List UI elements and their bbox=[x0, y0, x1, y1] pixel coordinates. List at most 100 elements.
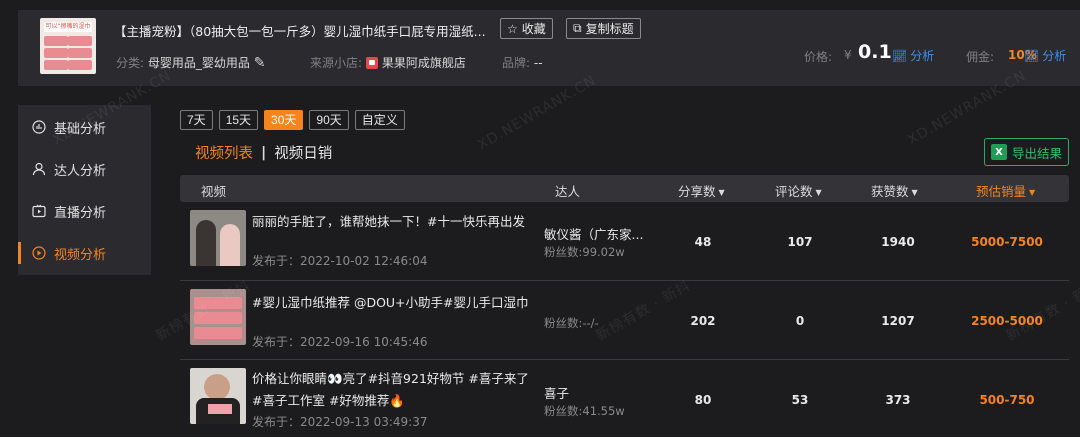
table-row[interactable]: 丽丽的手脏了，谁帮她抹一下！#十一快乐再出发 发布于：2022-10-02 12… bbox=[180, 202, 1069, 281]
commission-label: 佣金: bbox=[966, 50, 995, 64]
excel-icon: X bbox=[990, 144, 1007, 160]
video-thumbnail[interactable] bbox=[190, 368, 246, 424]
publish-date-value: 2022-10-02 12:46:04 bbox=[300, 254, 428, 268]
sort-caret-icon: ▼ bbox=[1029, 188, 1036, 197]
source-store: 来源小店: 果果阿成旗舰店 bbox=[310, 54, 466, 71]
video-title[interactable]: 价格让你眼睛👀亮了#抖音921好物节 #喜子来了 #喜子工作室 #好物推荐🔥 bbox=[252, 368, 529, 412]
sort-caret-icon: ▼ bbox=[718, 188, 725, 197]
pack-shape bbox=[68, 48, 92, 58]
range-90d-button[interactable]: 90天 bbox=[309, 110, 349, 130]
video-subtabs: 视频列表 | 视频日销 bbox=[195, 142, 332, 163]
range-7d-button[interactable]: 7天 bbox=[180, 110, 213, 130]
video-table: 视频 达人 分享数 ▼ 评论数 ▼ 获赞数 ▼ 预估销量 ▼ 丽丽的手脏了，谁帮她抹一下… bbox=[180, 175, 1069, 437]
publish-date-value: 2022-09-13 03:49:37 bbox=[300, 415, 428, 429]
export-results-button[interactable]: X 导出结果 bbox=[984, 138, 1069, 166]
col-est-sales[interactable]: 预估销量 ▼ bbox=[976, 181, 1035, 200]
col-talent: 达人 bbox=[555, 184, 581, 199]
publish-date: 发布于：2022-09-16 10:45:46 bbox=[252, 333, 427, 350]
tab-video-daily-sales[interactable]: 视频日销 bbox=[274, 142, 332, 163]
brand-value: -- bbox=[533, 56, 543, 70]
publish-date-label: 发布于： bbox=[252, 254, 301, 268]
product-thumbnail[interactable]: 可以“擦嘴的湿巾 bbox=[40, 18, 96, 74]
sidebar-item-label: 视频分析 bbox=[54, 247, 107, 263]
col-comments-label: 评论数 bbox=[775, 184, 813, 199]
publish-date-label: 发布于： bbox=[252, 335, 301, 349]
video-title-line-1: 价格让你眼睛👀亮了#抖音921好物节 #喜子来了 bbox=[252, 371, 529, 386]
fans-count: 粉丝数:--/- bbox=[544, 316, 599, 330]
price-value: 0.1 bbox=[858, 41, 892, 63]
table-header: 视频 达人 分享数 ▼ 评论数 ▼ 获赞数 ▼ 预估销量 ▼ bbox=[180, 175, 1069, 202]
category-label: 分类: bbox=[116, 56, 145, 70]
pack-shape bbox=[44, 36, 68, 46]
pack-shape bbox=[68, 36, 92, 46]
col-shares[interactable]: 分享数 ▼ bbox=[678, 181, 725, 200]
tv-play-icon bbox=[32, 204, 46, 218]
chart-circle-icon bbox=[32, 120, 46, 134]
col-likes-label: 获赞数 bbox=[871, 184, 909, 199]
sidebar-item-live[interactable]: 直播分析 bbox=[18, 196, 151, 226]
col-shares-label: 分享数 bbox=[678, 184, 716, 199]
price-label: 价格: bbox=[804, 50, 833, 64]
star-icon: ☆ bbox=[507, 21, 518, 36]
pack-shape bbox=[44, 48, 68, 58]
trend-chart-icon: 📈︎ bbox=[892, 48, 908, 63]
likes-value: 1940 bbox=[881, 234, 915, 249]
likes-value: 1207 bbox=[881, 313, 915, 328]
col-video: 视频 bbox=[201, 184, 227, 199]
range-custom-button[interactable]: 自定义 bbox=[354, 110, 405, 130]
edit-icon[interactable]: ✎ bbox=[254, 55, 266, 71]
range-30d-button[interactable]: 30天 bbox=[264, 110, 304, 130]
product-title[interactable]: 【主播宠粉】（80抽大包一包一斤多）婴儿湿巾纸手口屁专用湿纸... bbox=[114, 21, 486, 40]
sort-caret-icon: ▼ bbox=[815, 188, 822, 197]
comments-value: 0 bbox=[795, 313, 805, 328]
sort-caret-icon: ▼ bbox=[911, 188, 918, 197]
comments-value: 107 bbox=[787, 234, 813, 249]
brand-label: 品牌: bbox=[502, 56, 531, 70]
col-est-sales-label: 预估销量 bbox=[976, 184, 1027, 199]
copy-title-button[interactable]: ⧉ 复制标题 bbox=[566, 18, 641, 39]
commission-analysis-link[interactable]: 📈︎ 分析 bbox=[1024, 47, 1066, 64]
pack-shape bbox=[44, 60, 68, 70]
store-label: 来源小店: bbox=[310, 56, 363, 70]
est-sales-value: 5000-7500 bbox=[971, 234, 1043, 249]
sidebar-item-talent[interactable]: 达人分析 bbox=[18, 154, 151, 184]
video-title[interactable]: #婴儿湿巾纸推荐 @DOU+小助手#婴儿手口湿巾 bbox=[252, 292, 529, 314]
sidebar-item-label: 达人分析 bbox=[54, 163, 107, 179]
est-sales-value: 500-750 bbox=[979, 392, 1035, 407]
product-header: 可以“擦嘴的湿巾 【主播宠粉】（80抽大包一包一斤多）婴儿湿巾纸手口屁专用湿纸.… bbox=[18, 10, 1080, 86]
col-likes[interactable]: 获赞数 ▼ bbox=[871, 181, 918, 200]
talent-name[interactable]: 敏仪酱（广东家... bbox=[544, 224, 643, 243]
thumb-banner: 可以“擦嘴的湿巾 bbox=[44, 22, 92, 32]
tab-video-list[interactable]: 视频列表 bbox=[195, 142, 253, 163]
likes-value: 373 bbox=[885, 392, 911, 407]
store-icon bbox=[365, 57, 378, 69]
date-range-selector: 7天 15天 30天 90天 自定义 bbox=[180, 110, 405, 130]
pack-shape bbox=[68, 60, 92, 70]
category: 分类: 母婴用品_婴幼用品 ✎ bbox=[116, 54, 265, 71]
fans-count: 粉丝数:41.55w bbox=[544, 404, 625, 418]
price-currency: ¥ bbox=[844, 48, 852, 62]
favorite-label: 收藏 bbox=[521, 22, 546, 36]
analysis-label: 分析 bbox=[1042, 49, 1067, 63]
price-analysis-link[interactable]: 📈︎ 分析 bbox=[892, 47, 934, 64]
video-thumbnail[interactable] bbox=[190, 210, 246, 266]
publish-date: 发布于：2022-10-02 12:46:04 bbox=[252, 252, 427, 269]
publish-date-label: 发布于： bbox=[252, 415, 301, 429]
talent-name[interactable]: 喜子 bbox=[544, 383, 569, 402]
play-circle-icon bbox=[32, 246, 46, 260]
publish-date: 发布于：2022-09-13 03:49:37 bbox=[252, 413, 427, 430]
table-row[interactable]: 价格让你眼睛👀亮了#抖音921好物节 #喜子来了 #喜子工作室 #好物推荐🔥 发… bbox=[180, 360, 1069, 437]
fans-count: 粉丝数:99.02w bbox=[544, 245, 625, 259]
store-value[interactable]: 果果阿成旗舰店 bbox=[382, 56, 466, 70]
publish-date-value: 2022-09-16 10:45:46 bbox=[300, 335, 428, 349]
col-comments[interactable]: 评论数 ▼ bbox=[775, 181, 822, 200]
copy-title-label: 复制标题 bbox=[585, 22, 634, 36]
brand: 品牌: -- bbox=[502, 54, 543, 71]
tab-separator: | bbox=[261, 144, 267, 161]
range-15d-button[interactable]: 15天 bbox=[218, 110, 259, 130]
video-title[interactable]: 丽丽的手脏了，谁帮她抹一下！#十一快乐再出发 bbox=[252, 211, 525, 233]
favorite-button[interactable]: ☆ 收藏 bbox=[500, 18, 553, 39]
shares-value: 80 bbox=[694, 392, 712, 407]
sidebar-item-video[interactable]: 视频分析 bbox=[18, 238, 151, 268]
sidebar-item-label: 直播分析 bbox=[54, 205, 107, 221]
